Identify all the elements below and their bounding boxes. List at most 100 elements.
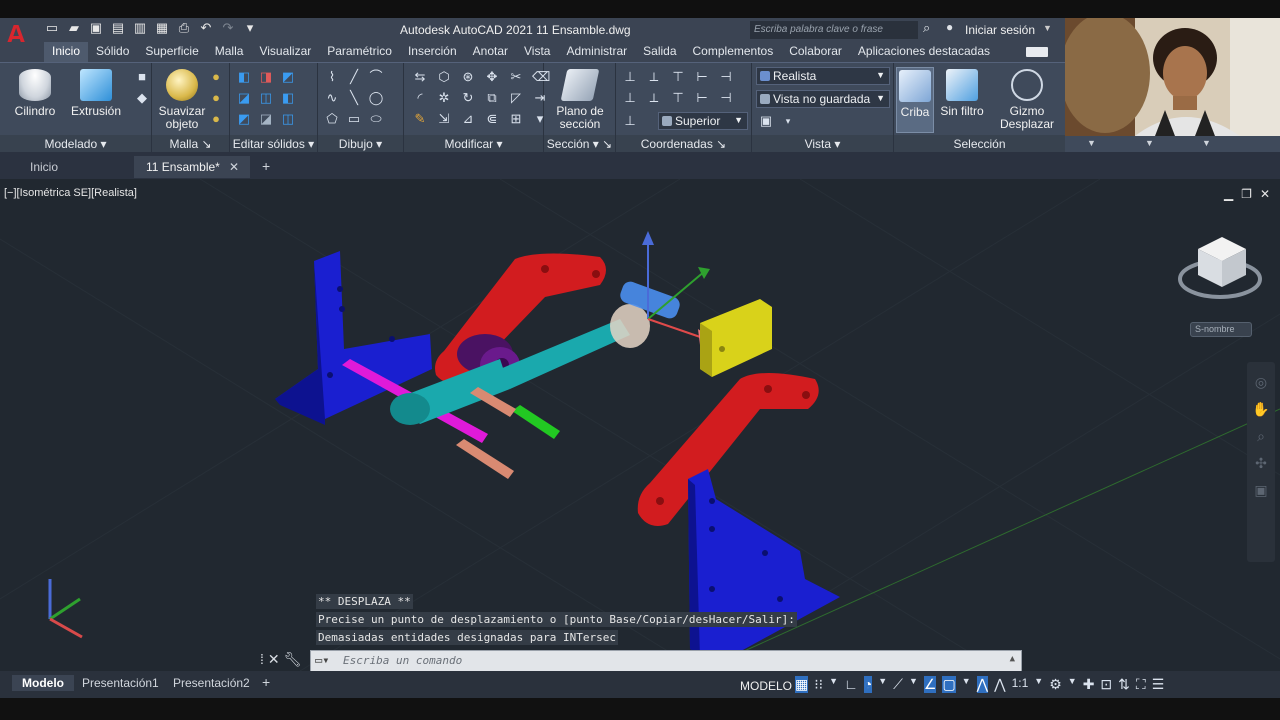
ucs-world-icon[interactable]: ⟂ [646,69,662,85]
polar-icon[interactable]: ◔ [863,676,873,693]
tab-solido[interactable]: Sólido [88,42,137,62]
plot-icon[interactable]: ▦ [154,20,170,36]
tab-administrar[interactable]: Administrar [558,42,635,62]
chevron-down-icon[interactable]: ▼ [1145,138,1154,148]
tab-complementos[interactable]: Complementos [685,42,782,62]
rectangle-icon[interactable]: ▭ [346,111,362,127]
panel-label-modificar[interactable]: Modificar ▾ [404,135,543,153]
extrusion-button[interactable]: Extrusión [68,69,124,118]
close-icon[interactable]: ✕ [268,651,280,668]
copy-icon[interactable]: ⧉ [484,90,500,106]
move-icon[interactable]: ✥ [484,69,500,85]
steering-wheel-icon[interactable]: ◎ [1255,374,1267,391]
plano-seccion-button[interactable]: Plano de sección [550,69,610,131]
ucs-object-icon[interactable]: ⊣ [718,69,734,85]
workspace-gear-icon[interactable]: ⚙ [1049,676,1062,693]
chevron-up-icon[interactable]: ▲ [1010,654,1015,664]
scale-icon[interactable]: ⊿ [460,111,476,127]
ucs-view-dropdown[interactable]: Superior ▼ [658,112,748,130]
tab-superficie[interactable]: Superficie [137,42,206,62]
viewport-config-icon[interactable]: ▣ [758,113,774,129]
annotation-visibility-icon[interactable]: ⋀ [976,676,989,693]
panel-label-seleccion[interactable]: Selección [894,135,1065,153]
mesh-refine-icon[interactable]: ● [208,69,224,85]
mesh-split-icon[interactable]: ● [208,111,224,127]
annotation-monitor-icon[interactable]: ✚ [1083,676,1095,693]
green-pin[interactable] [512,405,560,439]
rect-array-icon[interactable]: ⊞ [508,111,524,127]
chevron-down-icon[interactable]: ▼ [878,676,887,693]
clean-screen-icon[interactable]: ⛶ [1136,676,1146,693]
chevron-down-icon[interactable]: ▼ [1043,23,1052,33]
mesh-crease-icon[interactable]: ● [208,90,224,106]
polyline-icon[interactable]: ⌇ [324,69,340,85]
tab-insercion[interactable]: Inserción [400,42,465,62]
auto-scale-icon[interactable]: ⋀ [994,676,1005,693]
layout-tab-presentacion2[interactable]: Presentación2 [163,675,260,691]
tab-visualizar[interactable]: Visualizar [251,42,319,62]
panel-label-dibujo[interactable]: Dibujo ▾ [318,135,403,153]
selected-bearing[interactable] [610,279,682,348]
tab-inicio[interactable]: Inicio [44,42,89,62]
tab-anotar[interactable]: Anotar [465,42,516,62]
grid-icon[interactable]: ▦ [795,676,809,693]
mirror-icon[interactable]: ⇆ [412,69,428,85]
model-space-toggle[interactable]: MODELO [740,679,792,693]
gizmo-desplazar-button[interactable]: Gizmo Desplazar [998,69,1056,131]
zoom-icon[interactable]: ⌕ [1257,428,1265,445]
ucs-origin-icon[interactable]: ⟂ [646,90,662,106]
chamfer-icon[interactable]: ◸ [508,90,524,106]
viewcube[interactable] [1178,237,1262,299]
interfere-icon[interactable]: ◩ [280,69,296,85]
ellipse-icon[interactable]: ⬭ [368,111,384,127]
chevron-down-icon[interactable]: ▼ [829,676,838,693]
chevron-down-icon[interactable]: ▼ [1087,138,1096,148]
sin-filtro-button[interactable]: Sin filtro [938,69,986,118]
line-icon[interactable]: ╱ [346,69,362,85]
chevron-down-icon[interactable]: ▼ [1202,138,1211,148]
yellow-block[interactable] [700,299,772,377]
user-icon[interactable]: ● [946,20,953,34]
panel-label-coordenadas[interactable]: Coordenadas ↘ [616,135,751,153]
panel-label-vista[interactable]: Vista ▾ [752,135,893,153]
command-prompt-icon[interactable]: ▭▾ [315,653,329,667]
salmon-pin-lower[interactable] [456,439,514,479]
restore-icon[interactable]: ❐ [1241,187,1252,201]
circle-icon[interactable]: ◯ [368,90,384,106]
open-folder-icon[interactable]: ▰ [66,20,82,36]
shell-icon[interactable]: ◪ [258,111,274,127]
tab-vista[interactable]: Vista [516,42,558,62]
explode-icon[interactable]: ✲ [436,90,452,106]
separate-icon[interactable]: ◫ [280,111,296,127]
red-link-bottom[interactable] [637,373,819,526]
fillet-edge-icon[interactable]: ◩ [236,111,252,127]
panel-label-editar-solidos[interactable]: Editar sólidos ▾ [230,135,317,153]
tab-aplicaciones[interactable]: Aplicaciones destacadas [850,42,998,62]
layout-tab-presentacion1[interactable]: Presentación1 [72,675,169,691]
undo-icon[interactable]: ↶ [198,20,214,36]
ucs-x-icon[interactable]: ⊣ [718,90,734,106]
construction-line-icon[interactable]: ╲ [346,90,362,106]
criba-button[interactable]: Criba [896,67,934,133]
units-icon[interactable]: ⊡ [1100,676,1112,693]
extract-edges-icon[interactable]: ◧ [280,90,296,106]
minimize-icon[interactable]: ▁ [1224,187,1233,201]
ucs-prev-icon[interactable]: ⊤ [670,69,686,85]
tab-salida[interactable]: Salida [635,42,684,62]
isodraft-icon[interactable]: ⟋ [893,676,903,693]
ucs-3point-icon[interactable]: ⊢ [694,90,710,106]
customize-icon[interactable]: ☰ [1152,676,1165,693]
array-icon[interactable]: ⬡ [436,69,452,85]
cilindro-button[interactable]: Cilindro [10,69,60,118]
close-icon[interactable]: ✕ [1260,187,1270,201]
showmotion-icon[interactable]: ▣ [1254,482,1267,499]
search-icon[interactable]: ⌕ [923,20,930,36]
drag-handle-icon[interactable]: ⁞ [260,651,264,668]
add-tab-icon[interactable]: + [262,158,270,174]
chevron-down-icon[interactable]: ▼ [1068,676,1077,693]
chevron-down-icon[interactable]: ▾ [780,113,796,129]
suavizar-objeto-button[interactable]: Suavizar objeto [158,69,206,131]
viewport-label[interactable]: [−][Isométrica SE][Realista] [4,187,137,199]
chevron-down-icon[interactable]: ▼ [909,676,918,693]
ucs-face-icon[interactable]: ⊢ [694,69,710,85]
